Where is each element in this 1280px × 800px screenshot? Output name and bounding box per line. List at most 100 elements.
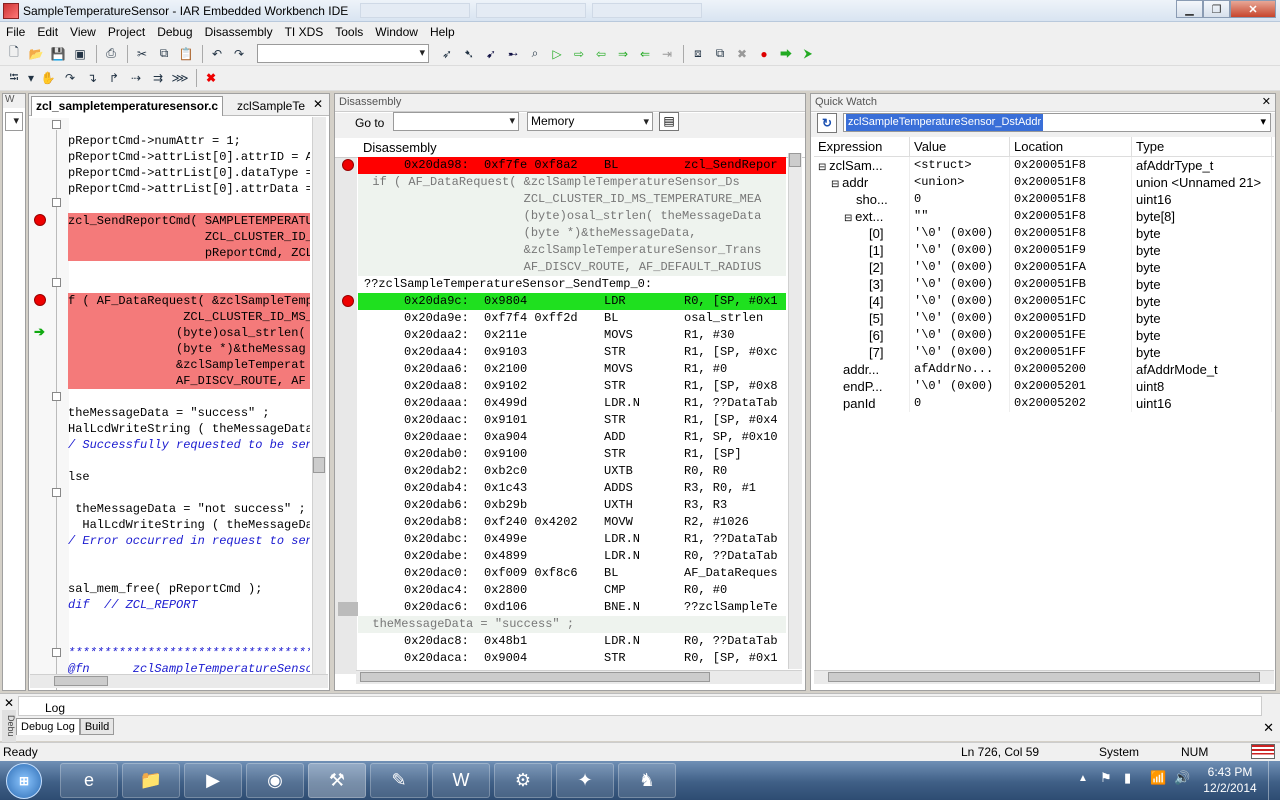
- editor-vscroll[interactable]: [312, 117, 326, 675]
- toggle-breakpoint-icon[interactable]: ●: [754, 44, 774, 64]
- disassembly-options-icon[interactable]: ▤: [659, 112, 679, 131]
- table-row[interactable]: [0] '\0' (0x00) 0x200051F8 byte: [814, 225, 1274, 242]
- table-row[interactable]: [4] '\0' (0x00) 0x200051FC byte: [814, 293, 1274, 310]
- editor-hscroll[interactable]: [30, 674, 328, 688]
- breakpoint-icon[interactable]: [342, 295, 354, 307]
- col-type[interactable]: Type: [1132, 137, 1272, 156]
- menu-project[interactable]: Project: [102, 25, 151, 39]
- find-combo[interactable]: [257, 44, 429, 63]
- menu-disassembly[interactable]: Disassembly: [199, 25, 279, 39]
- ti-icon[interactable]: ♞: [618, 763, 676, 798]
- prev-bookmark-icon[interactable]: ⇦: [591, 44, 611, 64]
- menu-view[interactable]: View: [64, 25, 102, 39]
- download-debug-icon[interactable]: ⮕: [776, 44, 796, 64]
- menu-help[interactable]: Help: [424, 25, 461, 39]
- navigate-forward-icon[interactable]: ⇒: [613, 44, 633, 64]
- show-desktop-button[interactable]: [1268, 761, 1280, 800]
- menu-ti-xds[interactable]: TI XDS: [279, 25, 330, 39]
- action-center-icon[interactable]: ⚑: [1100, 770, 1112, 786]
- close-icon[interactable]: ✕: [4, 696, 14, 710]
- tab-debug-log[interactable]: Debug Log: [16, 718, 80, 735]
- stop-debugging-icon[interactable]: ✖: [201, 68, 221, 88]
- reset-icon[interactable]: ⭾: [4, 68, 24, 88]
- chevron-down-icon[interactable]: ▾: [1260, 115, 1266, 128]
- expression-input[interactable]: zclSampleTemperatureSensor_DstAddr: [846, 114, 1044, 131]
- break-icon[interactable]: ✋: [38, 68, 58, 88]
- minimize-button[interactable]: ▁: [1176, 0, 1203, 18]
- stop-build-icon[interactable]: ✖: [732, 44, 752, 64]
- go-icon[interactable]: ⋙: [170, 68, 190, 88]
- chrome-icon[interactable]: ◉: [246, 763, 304, 798]
- fold-marker-icon[interactable]: [52, 488, 61, 497]
- scroll-thumb[interactable]: [54, 676, 108, 686]
- paste-icon[interactable]: 📋: [176, 44, 196, 64]
- show-hidden-icons-icon[interactable]: ▲: [1078, 773, 1088, 784]
- close-icon[interactable]: ✕: [1263, 720, 1274, 736]
- menu-file[interactable]: File: [0, 25, 31, 39]
- breakpoint-icon[interactable]: [342, 159, 354, 171]
- make-icon[interactable]: ⧉: [710, 44, 730, 64]
- step-out-icon[interactable]: ↱: [104, 68, 124, 88]
- step-into-icon[interactable]: ↴: [82, 68, 102, 88]
- copy-icon[interactable]: ⧉: [154, 44, 174, 64]
- scroll-thumb[interactable]: [313, 457, 325, 473]
- quickwatch-hscroll[interactable]: [814, 670, 1274, 684]
- replace-icon[interactable]: ➸: [503, 44, 523, 64]
- undo-icon[interactable]: ↶: [207, 44, 227, 64]
- redo-icon[interactable]: ↷: [229, 44, 249, 64]
- compile-icon[interactable]: ⧈: [688, 44, 708, 64]
- memory-combo[interactable]: Memory: [527, 112, 653, 131]
- navigate-icon[interactable]: ⇥: [657, 44, 677, 64]
- toggle-bookmark-icon[interactable]: ▷: [547, 44, 567, 64]
- open-file-icon[interactable]: 📂: [26, 44, 46, 64]
- iar-workbench-icon[interactable]: ⚒: [308, 763, 366, 798]
- next-statement-icon[interactable]: ⇢: [126, 68, 146, 88]
- breakpoint-icon[interactable]: [34, 294, 46, 306]
- signal-icon[interactable]: 📶: [1150, 770, 1166, 786]
- disassembly-vscroll[interactable]: [788, 153, 802, 669]
- table-row[interactable]: endP... '\0' (0x00) 0x20005201 uint8: [814, 378, 1274, 395]
- tree-toggle-icon[interactable]: ⊟: [831, 179, 842, 190]
- tree-toggle-icon[interactable]: ⊟: [844, 213, 855, 224]
- fold-marker-icon[interactable]: [52, 120, 61, 129]
- find-next-icon[interactable]: ➷: [459, 44, 479, 64]
- table-row[interactable]: [3] '\0' (0x00) 0x200051FB byte: [814, 276, 1274, 293]
- navigate-back-icon[interactable]: ⇐: [635, 44, 655, 64]
- table-row[interactable]: [5] '\0' (0x00) 0x200051FD byte: [814, 310, 1274, 327]
- cut-icon[interactable]: ✂: [132, 44, 152, 64]
- start-button-icon[interactable]: ⊞: [6, 763, 42, 799]
- menu-debug[interactable]: Debug: [151, 25, 198, 39]
- step-over-icon[interactable]: ↷: [60, 68, 80, 88]
- table-row[interactable]: ⊟ ext... "" 0x200051F8 byte[8]: [814, 208, 1274, 225]
- print-icon[interactable]: ⎙: [101, 44, 121, 64]
- fold-marker-icon[interactable]: [52, 198, 61, 207]
- fold-marker-icon[interactable]: [52, 392, 61, 401]
- table-row[interactable]: panId 0 0x20005202 uint16: [814, 395, 1274, 412]
- table-row[interactable]: [2] '\0' (0x00) 0x200051FA byte: [814, 259, 1274, 276]
- reset-dropdown-icon[interactable]: ▾: [26, 68, 36, 88]
- menu-tools[interactable]: Tools: [329, 25, 369, 39]
- clock-date[interactable]: 12/2/2014: [1200, 781, 1260, 795]
- workspace-combo[interactable]: [5, 112, 23, 131]
- table-row[interactable]: ⊟ zclSam... <struct> 0x200051F8 afAddrType_…: [814, 157, 1274, 174]
- side-tab[interactable]: Debu: [2, 710, 16, 742]
- table-row[interactable]: addr... afAddrNo... 0x20005200 afAddrMode_t: [814, 361, 1274, 378]
- save-icon[interactable]: 💾: [48, 44, 68, 64]
- scroll-thumb[interactable]: [789, 153, 801, 167]
- notepad-icon[interactable]: ✎: [370, 763, 428, 798]
- language-flag-icon[interactable]: [1251, 744, 1275, 759]
- table-row[interactable]: [1] '\0' (0x00) 0x200051F9 byte: [814, 242, 1274, 259]
- col-value[interactable]: Value: [910, 137, 1010, 156]
- debug-without-download-icon[interactable]: ⮞: [798, 44, 818, 64]
- clock-time[interactable]: 6:43 PM: [1200, 765, 1260, 779]
- tab-zclsamplete[interactable]: zclSampleTe: [235, 97, 311, 115]
- run-to-cursor-icon[interactable]: ⇉: [148, 68, 168, 88]
- tab-zcl-sampletemperaturesensor[interactable]: zcl_sampletemperaturesensor.c: [31, 96, 224, 116]
- go-to-icon[interactable]: ⌕: [525, 44, 545, 64]
- col-expression[interactable]: Expression: [814, 137, 910, 156]
- next-bookmark-icon[interactable]: ⇨: [569, 44, 589, 64]
- save-all-icon[interactable]: ▣: [70, 44, 90, 64]
- expression-combo[interactable]: zclSampleTemperatureSensor_DstAddr ▾: [843, 113, 1271, 132]
- network-icon[interactable]: ▮: [1124, 770, 1131, 786]
- app-icon[interactable]: ✦: [556, 763, 614, 798]
